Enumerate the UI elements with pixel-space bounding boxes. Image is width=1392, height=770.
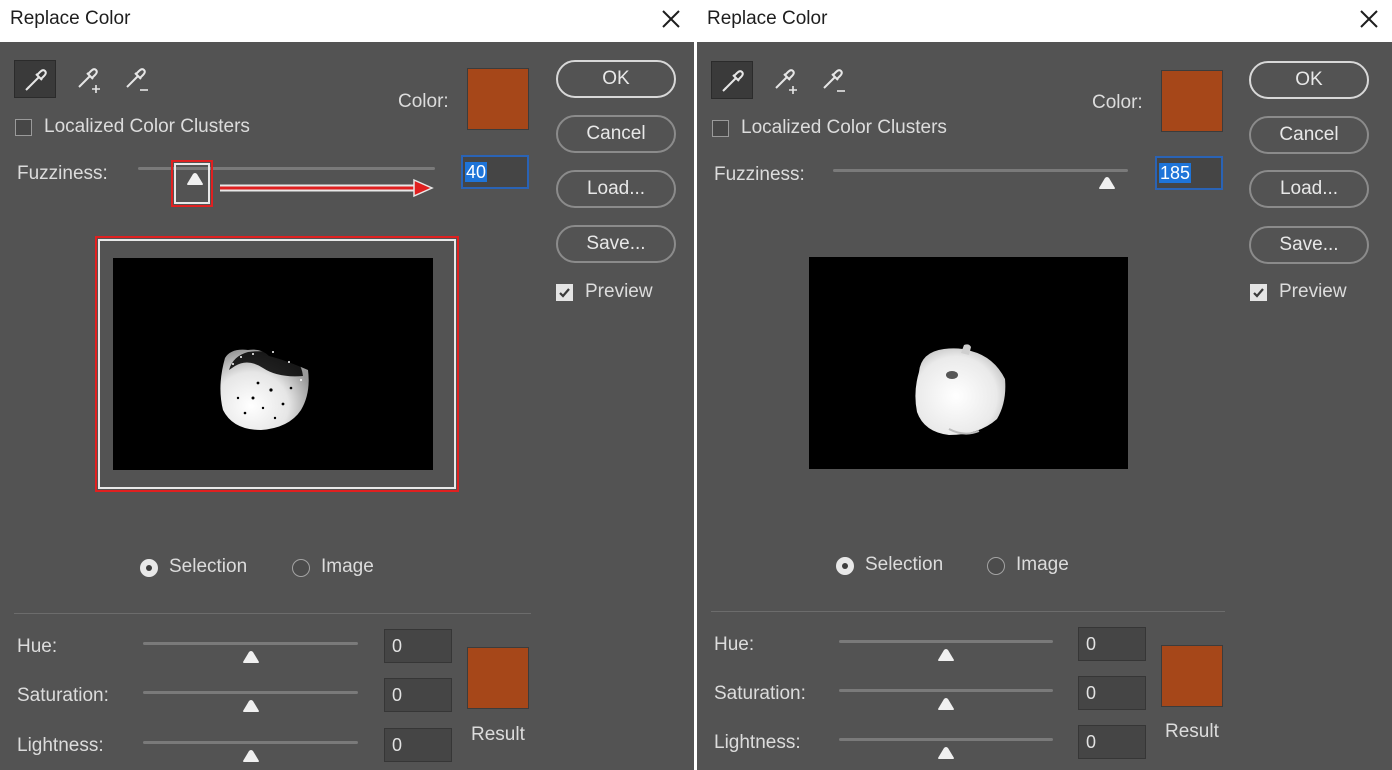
preview-checkbox[interactable] <box>556 284 573 301</box>
add-to-sample-tool[interactable] <box>763 61 805 99</box>
localized-color-clusters-label: Localized Color Clusters <box>44 116 250 137</box>
localized-color-clusters-checkbox[interactable] <box>15 119 32 136</box>
color-label: Color: <box>1092 92 1143 113</box>
section-divider <box>14 613 531 614</box>
load-button[interactable]: Load... <box>1249 170 1369 208</box>
preview-checkbox[interactable] <box>1250 284 1267 301</box>
lightness-input[interactable]: 0 <box>384 728 452 762</box>
selection-radio[interactable] <box>836 557 854 575</box>
localized-color-clusters-label: Localized Color Clusters <box>741 117 947 138</box>
lightness-label: Lightness: <box>17 735 104 756</box>
close-icon[interactable] <box>658 6 684 32</box>
eyedropper-icon <box>25 69 47 91</box>
slider-thumb-icon[interactable] <box>1098 176 1116 190</box>
checkmark-icon <box>559 288 570 298</box>
saturation-label: Saturation: <box>714 683 806 704</box>
saturation-label: Saturation: <box>17 685 109 706</box>
arrow-right-icon <box>220 178 434 198</box>
hue-slider-track[interactable] <box>839 640 1053 643</box>
dialog-title: Replace Color <box>10 8 131 29</box>
selection-preview <box>113 258 433 470</box>
selection-radio[interactable] <box>140 559 158 577</box>
hue-label: Hue: <box>714 634 755 655</box>
slider-thumb-icon[interactable] <box>937 746 955 760</box>
result-label: Result <box>471 724 525 745</box>
saturation-slider-track[interactable] <box>839 689 1053 692</box>
fuzziness-slider-track[interactable] <box>833 169 1128 172</box>
selection-radio-label: Selection <box>169 556 248 577</box>
cancel-button[interactable]: Cancel <box>1249 116 1369 154</box>
image-radio[interactable] <box>292 559 310 577</box>
eyedropper-plus-icon <box>78 68 100 93</box>
subtract-from-sample-tool[interactable] <box>811 61 853 99</box>
dialog-title: Replace Color <box>707 8 828 29</box>
hue-input[interactable]: 0 <box>384 629 452 663</box>
image-radio-label: Image <box>1016 554 1069 575</box>
preview-label: Preview <box>1279 281 1347 302</box>
eyedropper-tool[interactable] <box>711 61 753 99</box>
subtract-from-sample-tool[interactable] <box>114 60 156 98</box>
hue-label: Hue: <box>17 636 58 657</box>
eyedropper-tool[interactable] <box>14 60 56 98</box>
saturation-slider-track[interactable] <box>143 691 358 694</box>
lightness-slider-track[interactable] <box>839 738 1053 741</box>
fuzziness-label: Fuzziness: <box>17 163 108 184</box>
result-label: Result <box>1165 721 1219 742</box>
result-swatch[interactable] <box>1161 645 1223 707</box>
section-divider <box>711 611 1225 612</box>
hue-slider-track[interactable] <box>143 642 358 645</box>
slider-thumb-icon[interactable] <box>937 648 955 662</box>
localized-color-clusters-checkbox[interactable] <box>712 120 729 137</box>
slider-thumb-icon[interactable] <box>242 650 260 664</box>
save-button[interactable]: Save... <box>556 225 676 263</box>
slider-thumb-icon[interactable] <box>242 699 260 713</box>
preview-label: Preview <box>585 281 653 302</box>
eyedropper-icon <box>722 70 744 92</box>
image-radio[interactable] <box>987 557 1005 575</box>
fuzziness-label: Fuzziness: <box>714 164 805 185</box>
color-label: Color: <box>398 91 449 112</box>
checkmark-icon <box>1253 288 1264 298</box>
slider-thumb-icon[interactable] <box>937 697 955 711</box>
add-to-sample-tool[interactable] <box>66 60 108 98</box>
fuzziness-thumb-highlight <box>171 160 213 207</box>
ok-button[interactable]: OK <box>556 60 676 98</box>
close-icon[interactable] <box>1356 6 1382 32</box>
replace-color-dialog-fuzziness-40: Replace Color Color: Localized Color Clu… <box>0 0 694 770</box>
selection-radio-label: Selection <box>865 554 944 575</box>
eyedropper-plus-icon <box>775 69 797 94</box>
ok-button[interactable]: OK <box>1249 61 1369 99</box>
dialog-titlebar: Replace Color <box>0 0 694 42</box>
save-button[interactable]: Save... <box>1249 226 1369 264</box>
selection-preview <box>809 257 1128 469</box>
load-button[interactable]: Load... <box>556 170 676 208</box>
apple-mask-image <box>915 344 1006 435</box>
hue-input[interactable]: 0 <box>1078 627 1146 661</box>
saturation-input[interactable]: 0 <box>384 678 452 712</box>
replace-color-dialog-fuzziness-185: Replace Color Color: Localized Color Clu… <box>697 0 1392 770</box>
eyedropper-minus-icon <box>823 69 845 92</box>
lightness-slider-track[interactable] <box>143 741 358 744</box>
color-swatch[interactable] <box>467 68 529 130</box>
result-swatch[interactable] <box>467 647 529 709</box>
fuzziness-value: 185 <box>1159 163 1192 183</box>
fuzziness-value: 40 <box>465 162 488 182</box>
fuzziness-input[interactable]: 185 <box>1155 156 1223 190</box>
apple-mask-image <box>220 349 309 430</box>
color-swatch[interactable] <box>1161 70 1223 132</box>
saturation-input[interactable]: 0 <box>1078 676 1146 710</box>
image-radio-label: Image <box>321 556 374 577</box>
lightness-input[interactable]: 0 <box>1078 725 1146 759</box>
fuzziness-input[interactable]: 40 <box>461 155 529 189</box>
eyedropper-minus-icon <box>126 68 148 91</box>
cancel-button[interactable]: Cancel <box>556 115 676 153</box>
slider-thumb-icon[interactable] <box>242 749 260 763</box>
lightness-label: Lightness: <box>714 732 801 753</box>
dialog-titlebar: Replace Color <box>697 0 1392 42</box>
